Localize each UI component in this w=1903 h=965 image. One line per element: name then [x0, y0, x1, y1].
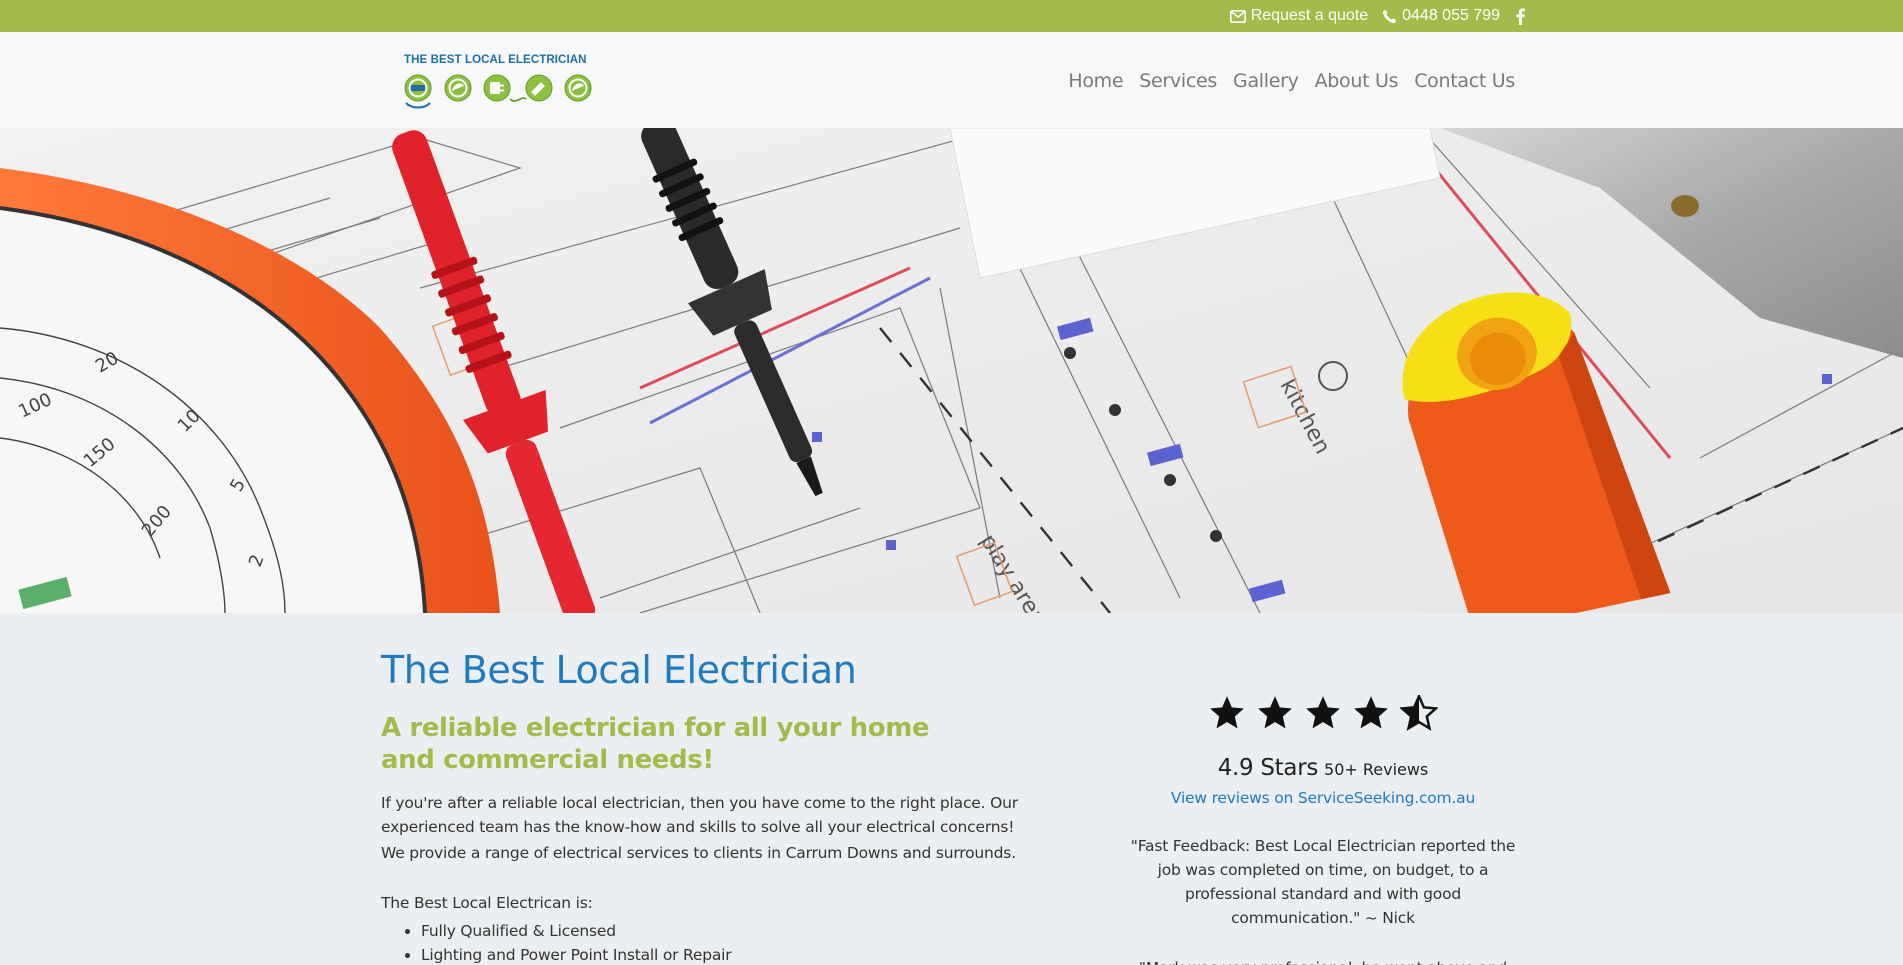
phone-icon [1382, 9, 1397, 24]
nav-item-home[interactable]: Home [1068, 70, 1123, 92]
star-icon [1256, 695, 1294, 735]
features-list: Fully Qualified & Licensed Lighting and … [381, 919, 1061, 965]
nav-item-services[interactable]: Services [1139, 70, 1217, 92]
star-icon [1352, 695, 1390, 735]
intro-paragraph: If you're after a reliable local electri… [381, 793, 1018, 836]
star-icon [1304, 695, 1342, 735]
star-half-icon [1399, 693, 1439, 735]
site-logo[interactable]: THE BEST LOCAL ELECTRICIAN [404, 54, 602, 110]
top-bar-contacts: Request a quote 0448 055 799 [1229, 0, 1525, 32]
logo-text: THE BEST LOCAL ELECTRICIAN [404, 54, 587, 66]
review-count: 50+ Reviews [1324, 760, 1429, 779]
nav-item-gallery[interactable]: Gallery [1233, 70, 1299, 92]
main-nav: Home Services Gallery About Us Contact U… [1068, 64, 1515, 98]
rating-summary: 4.9 Stars 50+ Reviews [1118, 755, 1528, 781]
page-subtitle: A reliable electrician for all your home… [381, 712, 930, 776]
site-header: THE BEST LOCAL ELECTRICIAN Home Services… [0, 32, 1903, 128]
nav-item-about-us[interactable]: About Us [1315, 70, 1399, 92]
features-label: The Best Local Electrican is: [381, 893, 593, 912]
rating-value: 4.9 Stars [1217, 755, 1319, 781]
phone-link[interactable]: 0448 055 799 [1382, 7, 1500, 25]
top-bar: Request a quote 0448 055 799 [0, 0, 1903, 32]
request-quote-link[interactable]: Request a quote [1229, 7, 1369, 25]
list-item: Fully Qualified & Licensed [421, 919, 1061, 943]
star-rating [1118, 693, 1528, 735]
phone-number: 0448 055 799 [1402, 7, 1500, 24]
star-icon [1208, 695, 1246, 735]
intro-section: The Best Local Electrician A reliable el… [381, 648, 1061, 965]
list-item: Lighting and Power Point Install or Repa… [421, 943, 1061, 965]
request-quote-label: Request a quote [1250, 7, 1369, 24]
facebook-link[interactable] [1516, 7, 1525, 25]
facebook-icon [1516, 7, 1525, 25]
reviews-section: 4.9 Stars 50+ Reviews View reviews on Se… [1118, 693, 1528, 965]
review-quote: "Mark was very professional, he went abo… [1118, 956, 1528, 965]
service-area-paragraph: We provide a range of electrical service… [381, 843, 1016, 862]
review-quote: "Fast Feedback: Best Local Electrician r… [1130, 837, 1516, 927]
nav-item-contact-us[interactable]: Contact Us [1414, 70, 1515, 92]
page-title: The Best Local Electrician [381, 648, 857, 692]
envelope-icon [1229, 9, 1246, 23]
logo-icons [404, 74, 592, 109]
hero-image: kitchen play area 20 10 5 100 150 200 2 [0, 128, 1903, 613]
view-reviews-link[interactable]: View reviews on ServiceSeeking.com.au [1118, 789, 1528, 807]
